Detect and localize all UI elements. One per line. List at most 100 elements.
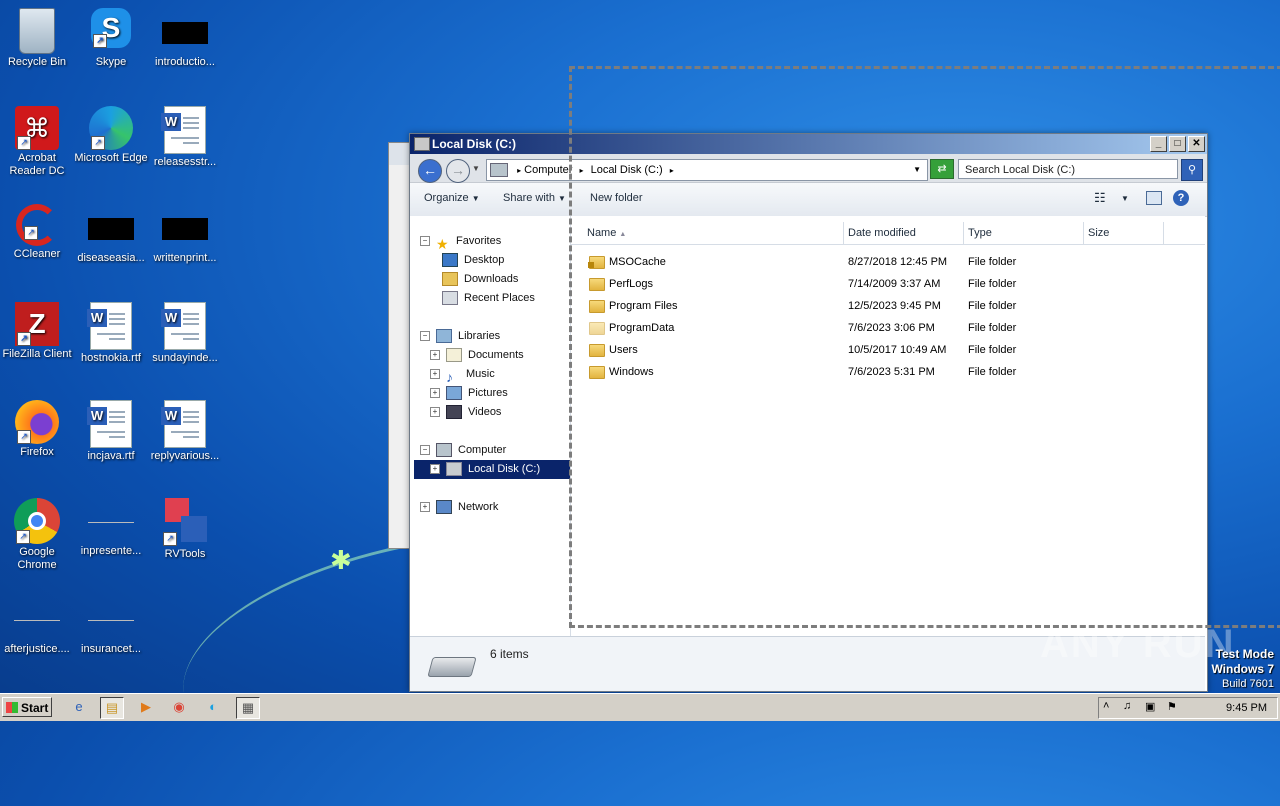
file-thumbnail-icon <box>88 522 134 523</box>
desktop-icon-incjava[interactable]: W incjava.rtf <box>74 400 148 463</box>
expand-icon[interactable]: + <box>420 502 430 513</box>
media-player-icon[interactable]: ▶ <box>135 697 157 717</box>
desktop-icon-writtenprint[interactable]: writtenprint... <box>148 204 222 265</box>
search-icon[interactable]: ⚲ <box>1181 159 1203 181</box>
desktop-icon-insurancet[interactable]: insurancet... <box>74 596 148 656</box>
shortcut-arrow-icon: ↗ <box>17 136 31 150</box>
share-with-button[interactable]: Share with ▼ <box>503 192 566 204</box>
organize-button[interactable]: Organize ▼ <box>424 192 480 204</box>
maximize-button[interactable]: □ <box>1169 136 1186 152</box>
back-button[interactable]: ← <box>418 159 442 183</box>
table-row[interactable]: Users 10/5/2017 10:49 AM File folder <box>571 339 1205 361</box>
table-row[interactable]: PerfLogs 7/14/2009 3:37 AM File folder <box>571 273 1205 295</box>
file-list: Name ▲ Date modified Type Size MSOCache … <box>571 216 1205 636</box>
app-taskbar-icon[interactable]: ▦ <box>236 697 260 719</box>
acrobat-icon: ⌘ ↗ <box>15 106 59 150</box>
nav-libraries[interactable]: − Libraries <box>420 327 500 346</box>
desktop-icon-label: afterjustice.... <box>4 643 70 655</box>
desktop-icon-recycle-bin[interactable]: Recycle Bin <box>0 8 74 69</box>
desktop-icon-hostnokia[interactable]: W hostnokia.rtf <box>74 302 148 365</box>
file-type: File folder <box>968 300 1017 312</box>
nav-documents[interactable]: + Documents <box>430 346 524 365</box>
nav-network[interactable]: + Network <box>420 498 498 517</box>
nav-local-disk[interactable]: + Local Disk (C:) <box>414 460 570 479</box>
close-button[interactable]: ✕ <box>1188 136 1205 152</box>
breadcrumb-arrow-icon[interactable]: ▸ <box>670 166 674 175</box>
breadcrumb-computer[interactable]: Computer <box>524 164 572 176</box>
explorer-taskbar-icon[interactable]: ▤ <box>100 697 124 719</box>
address-dropdown-icon[interactable]: ▼ <box>913 160 921 180</box>
forward-button[interactable]: → <box>446 159 470 183</box>
breadcrumb-local-disk[interactable]: Local Disk (C:) <box>591 164 663 176</box>
start-button[interactable]: Start <box>2 697 52 717</box>
clock[interactable]: 9:45 PM <box>1226 698 1267 718</box>
desktop-icon-ccleaner[interactable]: ↗ CCleaner <box>0 204 74 261</box>
table-row[interactable]: ProgramData 7/6/2023 3:06 PM File folder <box>571 317 1205 339</box>
view-options-icon[interactable]: ☷ <box>1094 190 1106 206</box>
refresh-button[interactable]: ⇄ <box>930 159 954 179</box>
share-with-label: Share with <box>503 192 555 204</box>
table-row[interactable]: MSOCache 8/27/2018 12:45 PM File folder <box>571 251 1205 273</box>
desktop-icon-chrome[interactable]: ↗ Google Chrome <box>0 498 74 572</box>
breadcrumb-arrow-icon[interactable]: ▸ <box>580 166 584 175</box>
desktop-icon-acrobat[interactable]: ⌘ ↗ Acrobat Reader DC <box>0 106 74 178</box>
nav-recent-places[interactable]: Recent Places <box>442 289 535 308</box>
recent-pages-dropdown-icon[interactable]: ▼ <box>472 164 480 173</box>
table-row[interactable]: Windows 7/6/2023 5:31 PM File folder <box>571 361 1205 383</box>
help-icon[interactable]: ? <box>1173 190 1189 206</box>
preview-pane-icon[interactable] <box>1146 191 1162 205</box>
minimize-button[interactable]: _ <box>1150 136 1167 152</box>
view-dropdown-icon[interactable]: ▼ <box>1121 194 1129 203</box>
nav-computer[interactable]: − Computer <box>420 441 506 460</box>
edge-taskbar-icon[interactable]: ◐ <box>202 697 224 717</box>
desktop-icon-sundayinde[interactable]: W sundayinde... <box>148 302 222 365</box>
column-header-size[interactable]: Size <box>1084 222 1164 244</box>
desktop-icon-afterjustice[interactable]: afterjustice.... <box>0 596 74 656</box>
test-mode-line: Test Mode <box>1215 647 1274 661</box>
network-tray-icon[interactable]: ▣ <box>1145 700 1155 713</box>
desktop-icon-diseaseasia[interactable]: diseaseasia... <box>74 204 148 265</box>
title-bar[interactable]: Local Disk (C:) _ □ ✕ <box>410 134 1207 154</box>
speaker-icon[interactable]: ♫ <box>1123 700 1131 712</box>
breadcrumb-arrow-icon[interactable]: ▸ <box>517 166 521 175</box>
hidden-folder-icon <box>589 322 605 335</box>
desktop-icon-inpresente[interactable]: inpresente... <box>74 498 148 558</box>
desktop-icon-releasesstr[interactable]: W releasesstr... <box>148 106 222 169</box>
search-input[interactable]: Search Local Disk (C:) <box>958 159 1178 179</box>
expand-icon[interactable]: + <box>430 407 440 418</box>
desktop-icon-rvtools[interactable]: ↗ RVTools <box>148 498 222 561</box>
nav-music[interactable]: + ♪ Music <box>430 365 495 385</box>
expand-icon[interactable]: + <box>430 464 440 475</box>
collapse-icon[interactable]: − <box>420 445 430 456</box>
shortcut-arrow-icon: ↗ <box>163 532 177 546</box>
expand-icon[interactable]: + <box>430 388 440 399</box>
column-header-type[interactable]: Type <box>964 222 1084 244</box>
column-header-date[interactable]: Date modified <box>844 222 964 244</box>
test-mode-line: Build 7601 <box>1222 678 1274 690</box>
expand-icon[interactable]: + <box>430 369 440 380</box>
desktop-icon-edge[interactable]: ↗ Microsoft Edge <box>74 106 148 165</box>
chrome-taskbar-icon[interactable]: ◉ <box>168 697 190 717</box>
nav-desktop[interactable]: Desktop <box>442 251 504 270</box>
desktop-icon-firefox[interactable]: ↗ Firefox <box>0 400 74 459</box>
desktop-icon-skype[interactable]: S ↗ Skype <box>74 8 148 69</box>
internet-explorer-icon[interactable]: e <box>68 697 90 717</box>
file-date: 7/6/2023 3:06 PM <box>848 322 935 334</box>
desktop-icon-filezilla[interactable]: Z ↗ FileZilla Client <box>0 302 74 361</box>
new-folder-button[interactable]: New folder <box>590 192 643 204</box>
action-center-flag-icon[interactable]: ⚑ <box>1167 700 1177 713</box>
nav-favorites[interactable]: − ★ Favorites <box>420 232 501 252</box>
expand-icon[interactable]: + <box>430 350 440 361</box>
table-row[interactable]: Program Files 12/5/2023 9:45 PM File fol… <box>571 295 1205 317</box>
nav-videos[interactable]: + Videos <box>430 403 501 422</box>
column-header-name[interactable]: Name ▲ <box>571 222 844 244</box>
nav-downloads[interactable]: Downloads <box>442 270 518 289</box>
desktop-icon-introduction[interactable]: introductio... <box>148 8 222 69</box>
collapse-icon[interactable]: − <box>420 236 430 247</box>
firefox-icon: ↗ <box>15 400 59 444</box>
desktop-icon-replyvarious[interactable]: W replyvarious... <box>148 400 222 463</box>
nav-pictures[interactable]: + Pictures <box>430 384 508 403</box>
address-bar[interactable]: ▸ Computer ▸ Local Disk (C:) ▸ ▼ <box>486 159 928 181</box>
show-hidden-icons-icon[interactable]: ˄ <box>1103 700 1109 712</box>
collapse-icon[interactable]: − <box>420 331 430 342</box>
